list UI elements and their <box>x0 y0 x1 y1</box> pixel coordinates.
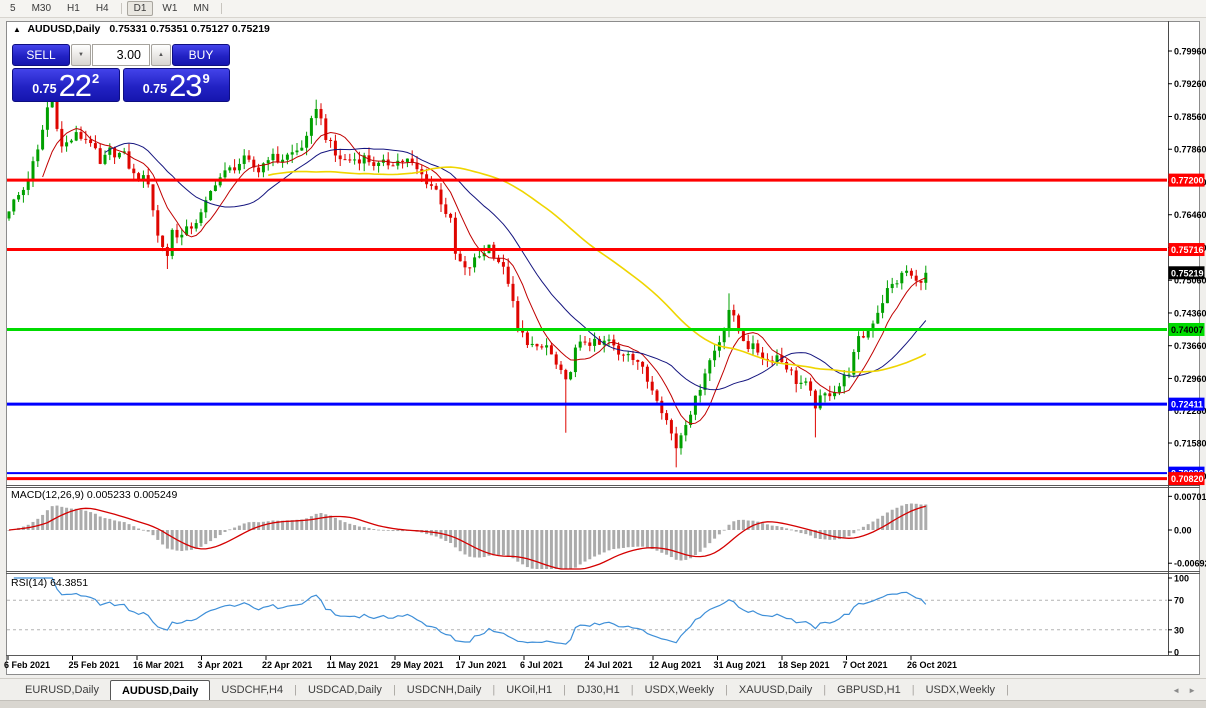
timeframe-button-h1[interactable]: H1 <box>60 1 87 16</box>
tab-xauusd-daily[interactable]: XAUUSD,Daily <box>728 679 823 701</box>
buy-price-prefix: 0.75 <box>142 82 168 96</box>
svg-text:24 Jul 2021: 24 Jul 2021 <box>585 660 633 670</box>
svg-text:26 Oct 2021: 26 Oct 2021 <box>907 660 957 670</box>
timeframe-toolbar: 5 M30 H1 H4 D1 W1 MN <box>0 0 1206 18</box>
svg-text:0.73660: 0.73660 <box>1174 341 1206 351</box>
svg-text:6 Jul 2021: 6 Jul 2021 <box>520 660 563 670</box>
svg-text:25 Feb 2021: 25 Feb 2021 <box>69 660 120 670</box>
tab-usdcnh-daily[interactable]: USDCNH,Daily <box>396 679 493 701</box>
timeframe-button-mn[interactable]: MN <box>186 1 216 16</box>
svg-text:16 Mar 2021: 16 Mar 2021 <box>133 660 184 670</box>
svg-text:0.00: 0.00 <box>1174 526 1192 536</box>
tab-gbpusd-h1[interactable]: GBPUSD,H1 <box>826 679 912 701</box>
buy-price-box[interactable]: 0.75 23 9 <box>122 68 230 103</box>
svg-text:0.78560: 0.78560 <box>1174 112 1206 122</box>
timeframe-button-5[interactable]: 5 <box>3 1 23 16</box>
tab-usdx-weekly[interactable]: USDX,Weekly <box>915 679 1006 701</box>
svg-text:0.75716: 0.75716 <box>1171 245 1204 255</box>
macd-label: MACD(12,26,9) 0.005233 0.005249 <box>11 489 178 501</box>
svg-text:0.79960: 0.79960 <box>1174 47 1206 57</box>
svg-text:31 Aug 2021: 31 Aug 2021 <box>714 660 766 670</box>
tabs-scroll-left-icon[interactable]: ◄ <box>1172 686 1180 695</box>
tab-audusd-daily[interactable]: AUDUSD,Daily <box>109 680 211 701</box>
collapse-arrow-icon[interactable]: ▲ <box>13 25 21 34</box>
svg-text:11 May 2021: 11 May 2021 <box>327 660 379 670</box>
one-click-trading-panel: SELL ▼ ▲ BUY 0.75 22 2 0.75 23 9 <box>12 44 230 102</box>
tab-eurusd-daily[interactable]: EURUSD,Daily <box>14 679 110 701</box>
toolbar-separator <box>220 3 222 14</box>
svg-text:100: 100 <box>1174 574 1189 584</box>
svg-text:0.71580: 0.71580 <box>1174 439 1206 449</box>
svg-text:30: 30 <box>1174 625 1184 635</box>
svg-text:0.007015: 0.007015 <box>1174 492 1206 502</box>
chart-symbol: AUDUSD,Daily <box>27 23 101 35</box>
svg-text:18 Sep 2021: 18 Sep 2021 <box>778 660 830 670</box>
svg-text:6 Feb 2021: 6 Feb 2021 <box>4 660 50 670</box>
svg-text:0: 0 <box>1174 648 1179 658</box>
rsi-label: RSI(14) 64.3851 <box>11 577 89 589</box>
timeframe-button-d1[interactable]: D1 <box>126 1 154 16</box>
svg-text:0.77860: 0.77860 <box>1174 145 1206 155</box>
tabs-scroll-right-icon[interactable]: ► <box>1188 686 1196 695</box>
svg-text:17 Jun 2021: 17 Jun 2021 <box>456 660 507 670</box>
svg-text:-0.00692: -0.00692 <box>1174 559 1206 569</box>
sell-button[interactable]: SELL <box>12 44 70 66</box>
svg-text:0.72960: 0.72960 <box>1174 374 1206 384</box>
buy-price-main: 23 <box>169 68 202 103</box>
timeframe-button-w1[interactable]: W1 <box>155 1 184 16</box>
buy-button[interactable]: BUY <box>172 44 230 66</box>
volume-input[interactable] <box>92 44 150 66</box>
chart-canvas[interactable]: 0.799600.792600.785600.778600.771600.764… <box>0 0 1206 707</box>
svg-text:0.75219: 0.75219 <box>1171 268 1204 278</box>
svg-text:0.74007: 0.74007 <box>1171 325 1204 335</box>
timeframe-button-h4[interactable]: H4 <box>89 1 116 16</box>
svg-text:3 Apr 2021: 3 Apr 2021 <box>198 660 243 670</box>
tab-usdx-weekly[interactable]: USDX,Weekly <box>634 679 725 701</box>
sell-price-box[interactable]: 0.75 22 2 <box>12 68 120 102</box>
svg-text:0.72411: 0.72411 <box>1171 400 1203 410</box>
svg-text:0.74360: 0.74360 <box>1174 308 1206 318</box>
svg-text:7 Oct 2021: 7 Oct 2021 <box>843 660 888 670</box>
svg-text:0.79260: 0.79260 <box>1174 79 1206 89</box>
svg-text:0.77200: 0.77200 <box>1171 176 1204 186</box>
sell-price-pip: 2 <box>92 71 100 86</box>
chart-ohlc: 0.75331 0.75351 0.75127 0.75219 <box>109 23 270 35</box>
svg-text:0.70820: 0.70820 <box>1171 474 1204 484</box>
svg-text:22 Apr 2021: 22 Apr 2021 <box>262 660 312 670</box>
sell-price-prefix: 0.75 <box>32 82 57 96</box>
tab-usdcad-daily[interactable]: USDCAD,Daily <box>297 679 393 701</box>
toolbar-separator <box>120 3 122 14</box>
timeframe-button-m30[interactable]: M30 <box>25 1 58 16</box>
tab-dj30-h1[interactable]: DJ30,H1 <box>566 679 631 701</box>
svg-text:12 Aug 2021: 12 Aug 2021 <box>649 660 701 670</box>
volume-decrease-button[interactable]: ▼ <box>71 44 91 66</box>
svg-text:0.76460: 0.76460 <box>1174 210 1206 220</box>
chart-tabs: EURUSD,Daily AUDUSD,Daily USDCHF,H4 | USDCAD… <box>0 678 1206 701</box>
buy-price-pip: 9 <box>202 71 210 86</box>
svg-text:70: 70 <box>1174 596 1184 606</box>
chart-title: ▲ AUDUSD,Daily 0.75331 0.75351 0.75127 0… <box>13 23 270 35</box>
tab-usdchf-h4[interactable]: USDCHF,H4 <box>210 679 294 701</box>
tab-ukoil-h1[interactable]: UKOil,H1 <box>495 679 563 701</box>
svg-text:29 May 2021: 29 May 2021 <box>391 660 444 670</box>
sell-price-main: 22 <box>58 68 92 103</box>
tab-separator: | <box>1006 684 1009 696</box>
volume-increase-button[interactable]: ▲ <box>151 44 171 66</box>
